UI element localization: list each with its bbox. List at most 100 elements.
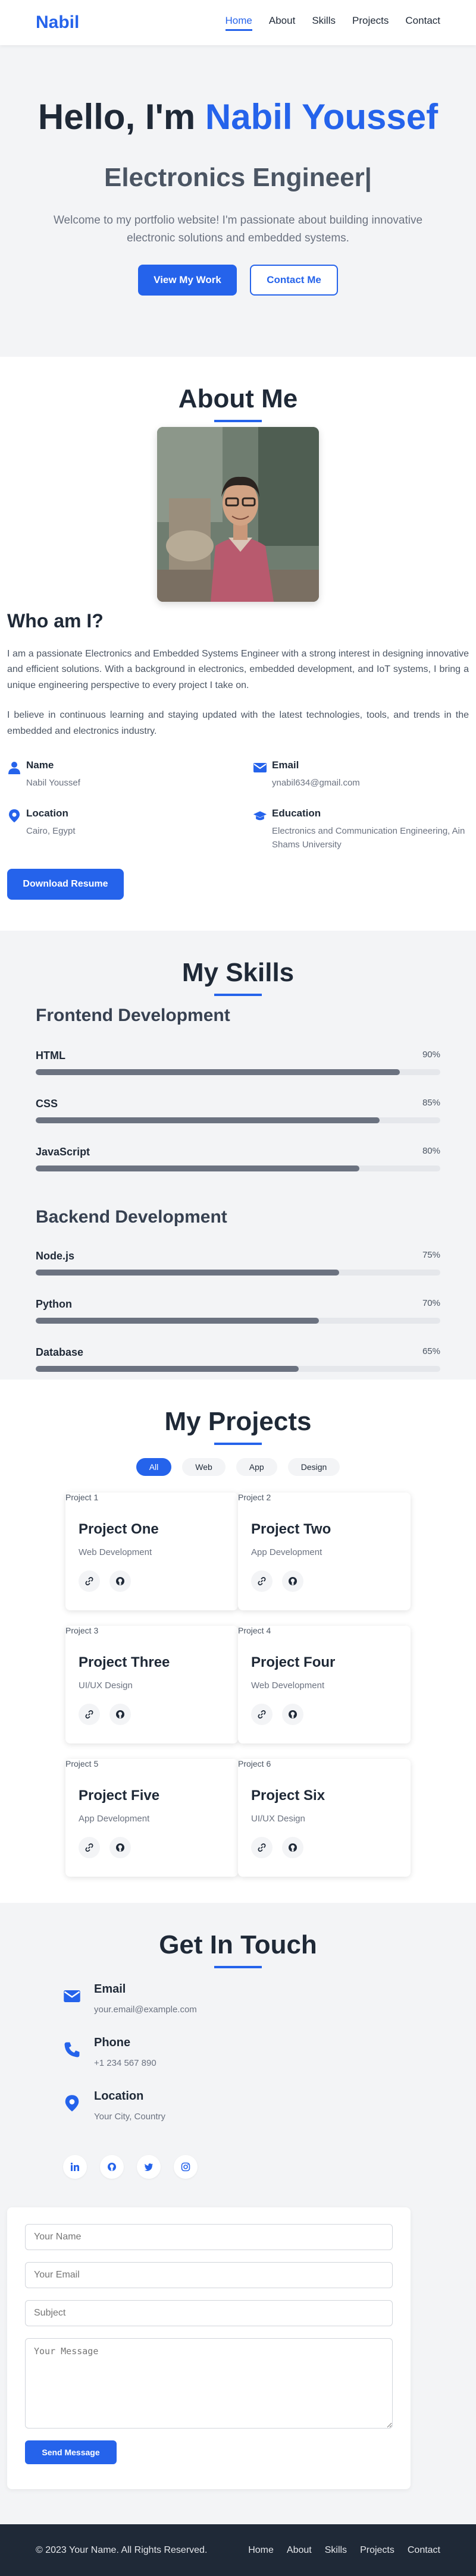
skill-bar-fill [36,1069,400,1075]
hero-title: Hello, I'm Nabil Youssef [0,98,476,137]
instagram-icon[interactable] [174,2155,198,2179]
skill-percent: 80% [422,1146,440,1156]
info-label: Name [26,759,54,771]
skill-name: Database [36,1346,84,1358]
phone-icon [64,2042,80,2057]
nav-link-contact[interactable]: Contact [405,15,440,31]
filter-all[interactable]: All [136,1458,172,1476]
skill-bar [36,1366,440,1372]
project-image: Project 2 [238,1493,271,1502]
twitter-icon[interactable] [137,2155,161,2179]
footer-link-about[interactable]: About [287,2545,312,2556]
info-name: Name Nabil Youssef [7,759,223,790]
link-icon[interactable] [79,1704,100,1725]
footer-link-projects[interactable]: Projects [360,2545,394,2556]
github-icon[interactable] [282,1837,303,1858]
project-card[interactable]: Project 4 Project Four Web Development [238,1626,411,1743]
project-grid: Project 1 Project One Web Development Pr… [65,1493,411,1877]
github-icon[interactable] [109,1704,131,1725]
user-icon [8,761,20,774]
skill-bar [36,1318,440,1324]
projects-section: My Projects All Web App Design Project 1… [0,1380,476,1903]
github-icon[interactable] [282,1570,303,1592]
github-icon[interactable] [100,2155,124,2179]
info-value: Nabil Youssef [26,777,80,788]
skill-item: CSS 85% [36,1098,440,1123]
skill-name: CSS [36,1098,58,1110]
download-resume-button[interactable]: Download Resume [7,868,124,900]
project-title: Project One [79,1521,159,1537]
skill-bar [36,1117,440,1123]
project-title: Project Three [79,1654,170,1670]
project-image: Project 4 [238,1626,271,1635]
contact-section: Get In Touch Email your.email@example.co… [0,1903,476,2524]
filter-design[interactable]: Design [287,1458,340,1476]
github-icon[interactable] [282,1704,303,1725]
project-card[interactable]: Project 2 Project Two App Development [238,1493,411,1610]
contact-me-button[interactable]: Contact Me [250,264,338,296]
footer-link-home[interactable]: Home [248,2545,274,2556]
about-paragraph-1: I am a passionate Electronics and Embedd… [7,649,469,690]
nav-link-home[interactable]: Home [225,15,252,31]
contact-value: your.email@example.com [94,2005,197,2015]
link-icon[interactable] [251,1837,273,1858]
link-icon[interactable] [251,1704,273,1725]
nav-link-projects[interactable]: Projects [352,15,389,31]
nav-link-about[interactable]: About [269,15,295,31]
contact-form: Send Message [7,2207,411,2489]
subject-field[interactable] [25,2300,393,2326]
link-icon[interactable] [79,1837,100,1858]
view-work-button[interactable]: View My Work [138,264,237,296]
project-category: UI/UX Design [79,1680,133,1691]
skill-bar [36,1270,440,1276]
project-card[interactable]: Project 3 Project Three UI/UX Design [65,1626,238,1743]
skill-bar-fill [36,1117,380,1123]
skill-item: HTML 90% [36,1050,440,1075]
projects-title: My Projects [164,1407,312,1436]
project-title: Project Six [251,1788,325,1804]
footer-link-skills[interactable]: Skills [325,2545,347,2556]
logo[interactable]: Nabil [36,12,79,33]
skill-item: Python 70% [36,1298,440,1324]
project-title: Project Five [79,1788,160,1804]
about-title: About Me [178,384,298,413]
contact-info: Email your.email@example.com Phone +1 23… [0,1983,476,2122]
contact-value: Your City, Country [94,2112,166,2122]
filter-app[interactable]: App [236,1458,277,1476]
hero-name: Nabil Youssef [205,97,439,137]
footer-link-contact[interactable]: Contact [408,2545,440,2556]
hero-intro: Welcome to my portfolio website! I'm pas… [53,214,423,245]
nav-link-skills[interactable]: Skills [312,15,336,31]
project-card[interactable]: Project 5 Project Five App Development [65,1759,238,1877]
contact-item-location: Location Your City, Country [63,2090,476,2122]
skills-title: My Skills [181,958,295,987]
skill-percent: 85% [422,1098,440,1108]
project-card[interactable]: Project 6 Project Six UI/UX Design [238,1759,411,1877]
info-label: Education [272,808,321,819]
skill-bar-fill [36,1318,319,1324]
info-email: Email ynabil634@gmail.com [253,759,469,790]
filter-web[interactable]: Web [182,1458,226,1476]
project-image: Project 5 [65,1759,99,1768]
name-field[interactable] [25,2224,393,2250]
about-paragraph-2: I believe in continuous learning and sta… [7,710,469,736]
link-icon[interactable] [79,1570,100,1592]
link-icon[interactable] [251,1570,273,1592]
github-icon[interactable] [109,1570,131,1592]
about-heading: Who am I? [7,610,104,632]
linkedin-icon[interactable] [63,2155,87,2179]
contact-label: Location [94,2090,144,2103]
skill-percent: 90% [422,1050,440,1060]
project-image: Project 6 [238,1759,271,1768]
message-field[interactable] [25,2338,393,2429]
footer: © 2023 Your Name. All Rights Reserved. H… [0,2524,476,2576]
footer-links: Home About Skills Projects Contact [248,2545,440,2556]
send-message-button[interactable]: Send Message [25,2440,117,2464]
project-card[interactable]: Project 1 Project One Web Development [65,1493,238,1610]
map-pin-icon [65,2095,79,2112]
title-underline [214,420,262,422]
hero-role: Electronics Engineer| [104,163,372,192]
envelope-icon [253,762,267,772]
github-icon[interactable] [109,1837,131,1858]
email-field[interactable] [25,2262,393,2288]
